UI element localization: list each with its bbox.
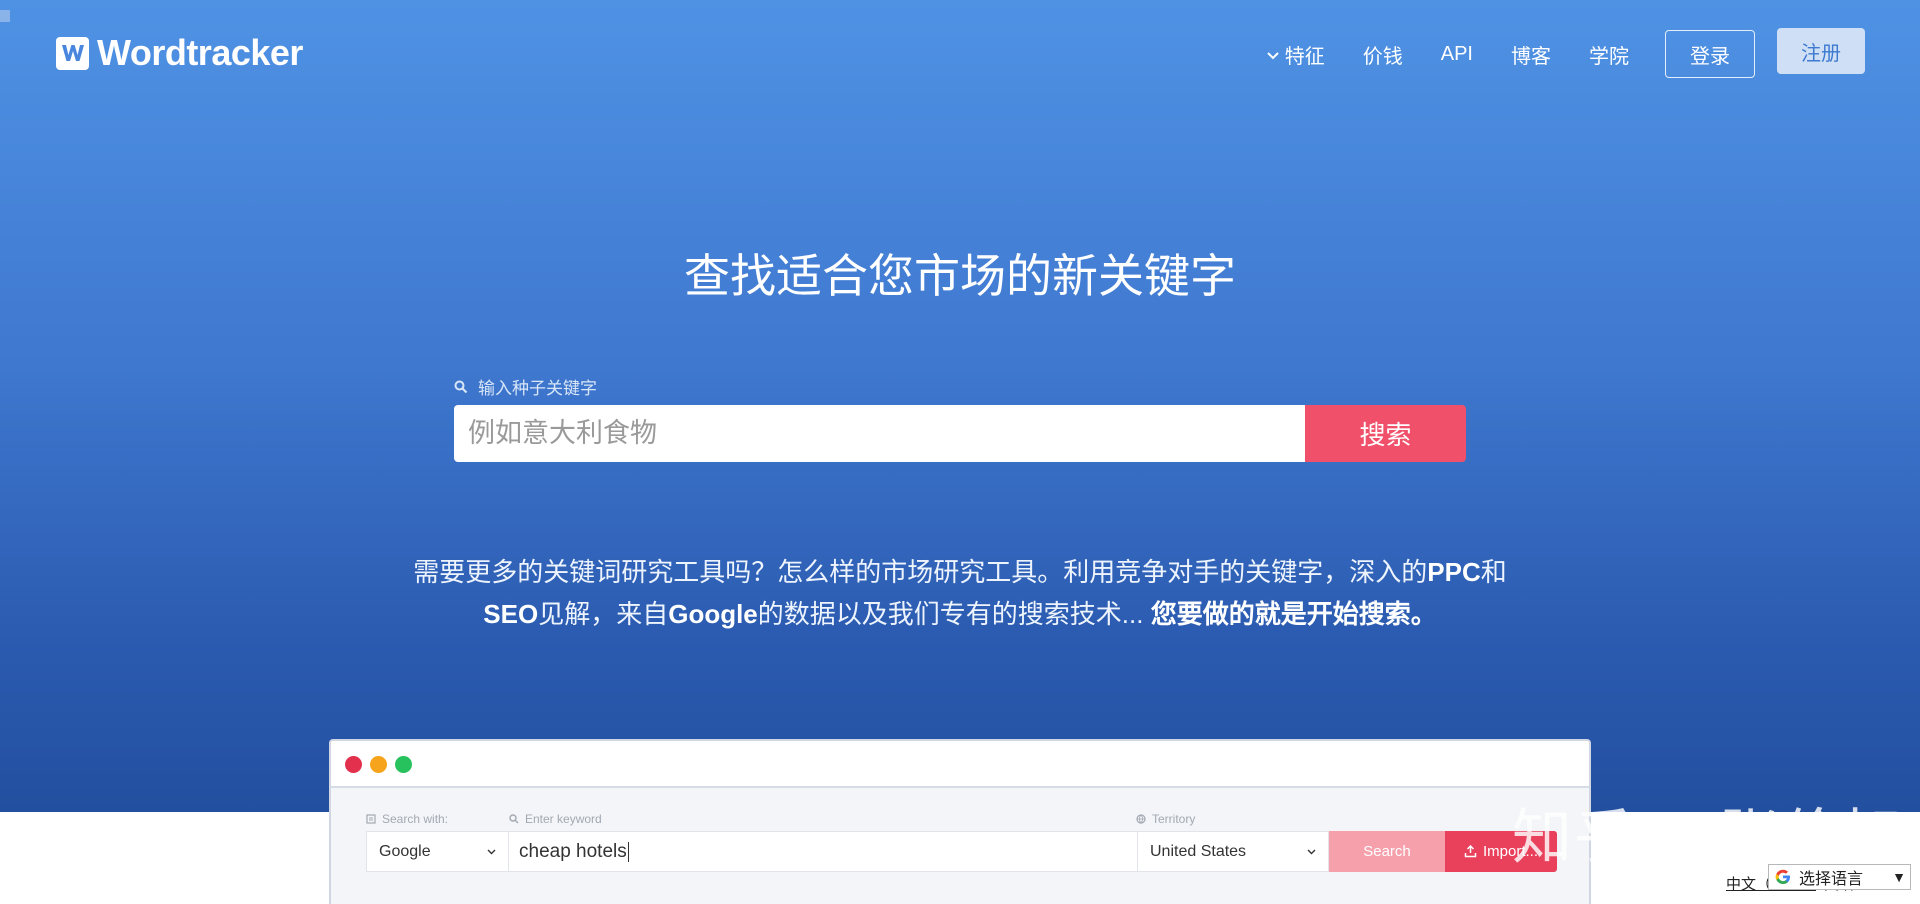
nav-item-academy[interactable]: 学院 [1589,40,1629,69]
preview-search-panel: Search with: Enter keyword Territory Goo… [331,788,1589,904]
desc-bold-google: Google [668,599,758,629]
enter-keyword-label: Enter keyword [509,812,602,826]
chevron-down-icon [1267,43,1279,66]
login-button[interactable]: 登录 [1665,30,1755,78]
upload-icon [1464,845,1477,858]
nav-item-label: 博客 [1511,45,1551,68]
translate-widget-label: 选择语言 [1799,871,1864,888]
nav-item-api[interactable]: API [1441,43,1473,66]
nav-item-label: API [1440,42,1473,65]
nav-item-features[interactable]: 特征 [1267,40,1325,69]
keyword-search-input[interactable] [454,405,1305,462]
desc-text: 需要更多的关键词研究工具吗？怎么样的市场研究工具。利用竞争对手的关键字，深入的 [413,557,1428,587]
nav-item-label: 特征 [1284,45,1325,68]
nav-item-blog[interactable]: 博客 [1511,40,1551,69]
google-translate-widget[interactable]: 选择语言 ▼ [1768,864,1911,890]
search-with-label-text: Search with: [382,812,449,826]
brand-logo[interactable]: Wordtracker [56,32,303,74]
hero-title: 查找适合您市场的新关键字 [684,250,1236,302]
chevron-down-icon [487,849,496,854]
window-close-dot [345,756,362,773]
hero-section: Wordtracker 特征 价钱 API 博客 学院 登录 注册 查找适合您市… [0,0,1920,812]
text-cursor [627,841,629,862]
preview-search-button[interactable]: Search [1329,831,1445,872]
register-button[interactable]: 注册 [1777,28,1865,74]
nav-item-label: 价钱 [1362,45,1403,68]
corner-decoration [0,10,10,22]
keyword-search-button[interactable]: 搜索 [1305,405,1466,462]
window-maximize-dot [395,756,412,773]
territory-select[interactable]: United States [1138,831,1329,872]
nav-item-label: 学院 [1589,45,1629,68]
desc-text: 见解，来自 [538,599,669,629]
preview-keyword-input[interactable]: cheap hotels [509,831,1138,872]
brand-name: Wordtracker [97,32,303,73]
territory-label: Territory [1136,812,1195,826]
zhihu-watermark: 知乎 @张伦旭 [1512,803,1906,873]
window-title-bar [331,741,1589,788]
wordtracker-w-icon [56,36,89,70]
hero-description: 需要更多的关键词研究工具吗？怎么样的市场研究工具。利用竞争对手的关键字，深入的P… [360,551,1560,635]
search-engine-value: Google [379,842,431,860]
preview-search-row: Google cheap hotels United States Search… [366,831,1557,872]
list-icon [366,814,376,824]
desc-bold-cta: 您要做的就是开始搜索。 [1150,599,1437,629]
search-icon [509,814,519,824]
territory-label-text: Territory [1152,812,1196,826]
preview-keyword-value: cheap hotels [519,840,627,862]
search-with-label: Search with: [366,812,448,826]
keyword-search-box: 搜索 [454,405,1466,462]
search-engine-select[interactable]: Google [366,831,509,872]
app-preview-window: Search with: Enter keyword Territory Goo… [329,739,1591,904]
seed-keyword-label: 输入种子关键字 [454,374,597,399]
globe-icon [1136,814,1146,824]
territory-value: United States [1150,842,1247,860]
desc-bold-seo: SEO [483,599,539,629]
desc-bold-ppc: PPC [1427,557,1481,587]
google-g-icon [1775,869,1790,884]
desc-text: 的数据以及我们专有的搜索技术... [757,599,1151,629]
window-minimize-dot [370,756,387,773]
caret-down-icon: ▼ [1892,869,1906,885]
nav-item-pricing[interactable]: 价钱 [1363,40,1403,69]
top-nav: 特征 价钱 API 博客 学院 登录 注册 [1267,28,1865,78]
seed-keyword-label-text: 输入种子关键字 [478,379,597,398]
search-icon [454,380,468,393]
enter-keyword-label-text: Enter keyword [525,812,602,826]
desc-text: 和 [1480,557,1507,587]
chevron-down-icon [1307,849,1316,854]
